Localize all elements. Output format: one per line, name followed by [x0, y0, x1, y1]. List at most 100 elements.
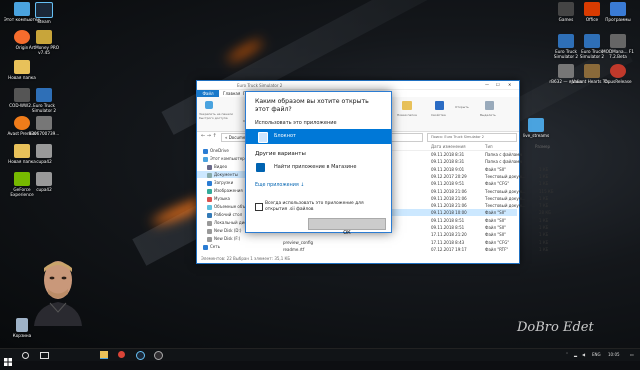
network-icon[interactable]: ▂ [574, 351, 577, 359]
desktop-icon-live-streams[interactable]: live_streams [516, 118, 556, 138]
desktop-icon-file[interactable]: 8306700739... [24, 116, 64, 136]
file-type: Текстовый докум... [485, 173, 526, 179]
desktop-icon-modmanager[interactable]: MODMana... F1 7.2.Beta [598, 34, 638, 59]
task-view-icon[interactable] [40, 352, 49, 359]
taskbar-app-steam[interactable] [136, 351, 145, 360]
desktop-icon-label: Новая папка [8, 75, 36, 80]
nav-item[interactable]: Видео [197, 163, 249, 170]
file-type: Папка с файлами [485, 159, 522, 165]
nav-label: Документы [214, 172, 238, 177]
desktop-icon-new-folder[interactable]: Новая папка [2, 60, 42, 80]
file-date: 09.11.2018 21:06 [431, 188, 467, 194]
desktop-icon-cupa42[interactable]: cupa42 [24, 144, 64, 164]
streamer-face [34, 261, 82, 326]
file-type: Текстовый докум... [485, 188, 526, 194]
nav-arrows[interactable]: ← → ↑ [201, 133, 217, 139]
file-size: 1 КБ [539, 217, 549, 223]
file-date: 09.12.2017 20:29 [431, 173, 467, 179]
always-use-checkbox[interactable] [255, 203, 263, 211]
nav-item[interactable]: Локальный диск (C:) [197, 219, 257, 226]
nav-item-selected[interactable]: Документы [197, 171, 249, 178]
file-type: Файл "CFG" [485, 181, 510, 187]
ok-button[interactable]: ОК [308, 218, 386, 236]
desktop-icon-ets2[interactable]: Euro Truck Simulator 2 [24, 88, 64, 113]
search-placeholder: Поиск: Euro Truck Simulator 2 [431, 135, 484, 139]
file-date: 09.11.2018 8:31 [431, 152, 465, 157]
ribbon-properties-label: Свойства [431, 113, 446, 117]
programs-icon [610, 2, 626, 16]
column-header-size[interactable]: Размер [535, 144, 550, 149]
nav-item[interactable]: Музыка [197, 195, 249, 202]
more-apps-link[interactable]: Еще приложения ↓ [255, 183, 304, 188]
file-row[interactable]: readme.rtf 07.12.2017 19:17 Файл "RTF" 1 КБ [253, 246, 548, 253]
nav-item[interactable]: Загрузки [197, 179, 249, 186]
app-option-notepad[interactable]: Блокнот [246, 129, 391, 144]
tray-up-arrow-icon[interactable]: ˄ [566, 351, 568, 359]
nav-item[interactable]: New Disk (D:) [197, 227, 249, 234]
pictures-icon [207, 188, 212, 194]
app-option-store[interactable]: Найти приложение в Магазине [246, 160, 391, 175]
file-name: readme.rtf [283, 246, 305, 252]
close-button[interactable]: ✕ [508, 82, 511, 87]
tab-home[interactable]: Главная [223, 91, 240, 96]
video-icon [207, 164, 212, 170]
language-indicator[interactable]: ENG [592, 351, 601, 359]
file-row[interactable]: preview_config 17.11.2018 8:43 Файл "CFG" 1… [253, 239, 548, 246]
desktop-icon-label: Корзина [12, 333, 32, 338]
tab-file[interactable]: Файл [197, 90, 219, 97]
nav-item[interactable]: Объемные объекты [197, 203, 256, 210]
ribbon-new-folder-label: Новая папка [397, 113, 417, 117]
other-options-label: Другие варианты [255, 151, 306, 157]
nav-item[interactable]: New Disk (F:) [197, 235, 249, 242]
file-size: 7 КБ [539, 203, 549, 209]
drive-icon [207, 236, 212, 242]
pin-icon[interactable] [205, 101, 213, 109]
file-size: 1 КБ [539, 246, 549, 252]
always-use-label: Всегда использовать это приложение для о… [265, 201, 364, 212]
column-header-date[interactable]: Дата изменения [431, 144, 466, 149]
volume-icon[interactable]: ◀ [582, 351, 585, 359]
file-type: Текстовый докум... [485, 203, 526, 209]
file-type: Файл "SII" [485, 217, 506, 223]
new-folder-icon[interactable] [402, 101, 412, 110]
taskbar-app-chrome[interactable] [118, 351, 125, 358]
taskbar-app-explorer[interactable] [100, 351, 108, 359]
select-icon[interactable] [485, 101, 494, 110]
notepad-icon [258, 132, 268, 143]
clock[interactable]: 10:05 [608, 351, 620, 359]
taskbar-app-obs[interactable] [154, 351, 163, 360]
file-type: Текстовый докум... [485, 195, 526, 201]
maximize-button[interactable]: ☐ [496, 82, 500, 87]
nav-item[interactable]: OneDrive [197, 147, 249, 154]
nav-item[interactable]: Сеть [197, 243, 249, 250]
file-size: 1 КБ [539, 195, 549, 201]
minimize-button[interactable]: — [485, 82, 489, 87]
desktop-icon-label: 8306700739... [28, 131, 60, 136]
store-icon [256, 163, 265, 172]
start-button[interactable] [4, 351, 12, 366]
desktop-icon-cupa42-2[interactable]: cupa42 [24, 172, 64, 192]
opus-icon [610, 64, 626, 78]
nav-label: Этот компьютер [210, 156, 245, 161]
nav-item[interactable]: Изображения [197, 187, 249, 194]
desktop-icon-artmoney[interactable]: ArtMoney PRO v7.45 [24, 30, 64, 55]
desktop-icon-opus[interactable]: OpusRelease [598, 64, 638, 84]
desktop-icon-programs[interactable]: Программы [598, 2, 638, 22]
nav-label: OneDrive [210, 148, 229, 153]
nav-label: Загрузки [214, 180, 234, 185]
status-text: Элементов: 22 Выбран 1 элемент: 35,1 КБ [201, 256, 291, 261]
nav-item[interactable]: Рабочий стол [197, 211, 249, 218]
properties-icon[interactable] [435, 101, 444, 110]
ok-button-label: ОК [343, 230, 351, 236]
file-type: Файл "SII" [485, 225, 506, 230]
search-icon[interactable] [22, 352, 29, 359]
nav-item[interactable]: Этот компьютер [197, 155, 249, 162]
search-box[interactable]: Поиск: Euro Truck Simulator 2 [427, 133, 517, 142]
nav-pane: OneDrive Этот компьютер Видео Документы … [197, 143, 257, 255]
column-header-type[interactable]: Тип [485, 144, 493, 149]
desktop-icon-steam[interactable]: Steam [24, 2, 64, 24]
ribbon-open-label[interactable]: Открыть [455, 105, 469, 109]
notifications-icon[interactable]: ▭ [630, 351, 634, 359]
file-type: Файл "SII" [485, 166, 506, 172]
nav-label: New Disk (F:) [214, 236, 241, 241]
